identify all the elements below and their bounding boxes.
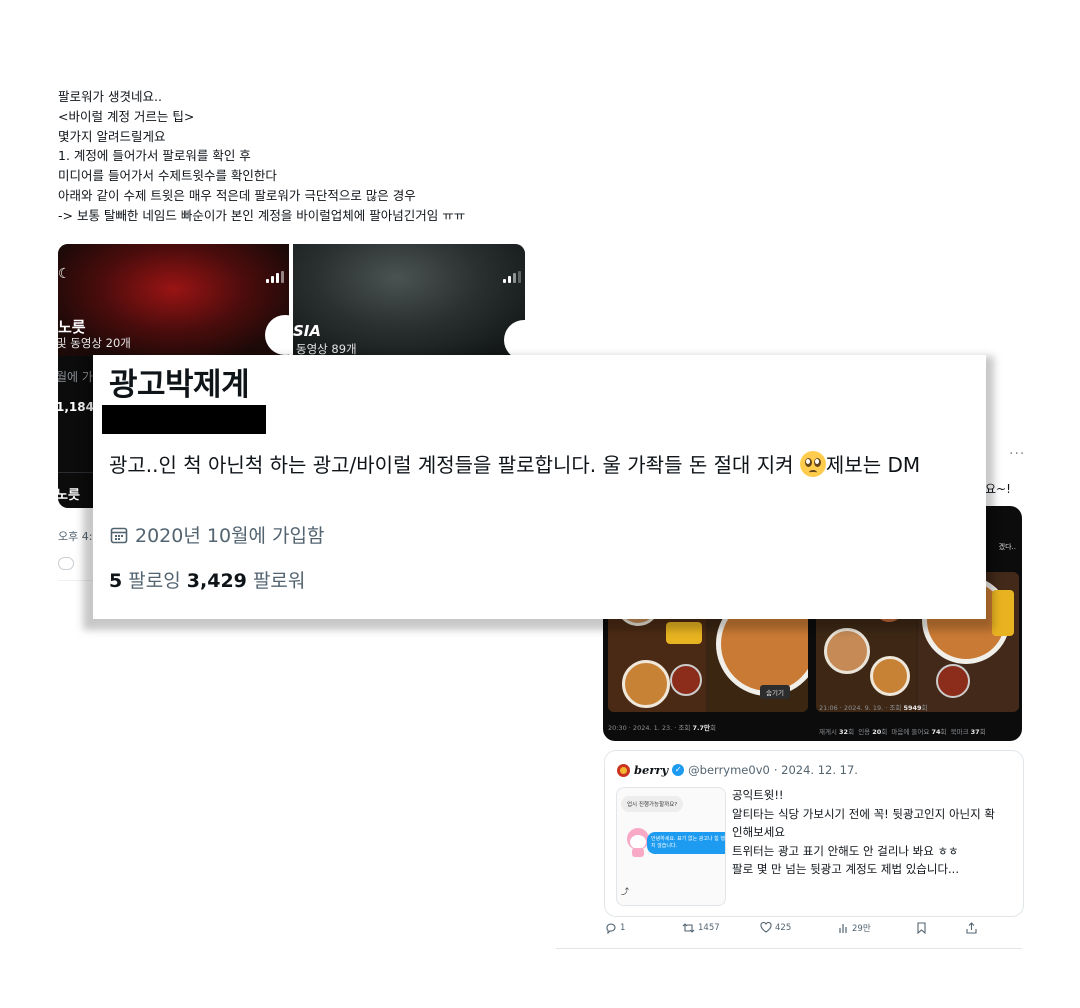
reply-button[interactable]: 1: [605, 922, 625, 934]
quoted-tweet-header: berry ✓ @berryme0v0 · 2024. 12. 17.: [617, 763, 858, 777]
share-button[interactable]: [966, 922, 977, 934]
bio-text: 제보는 DM: [825, 453, 921, 477]
followers-count: 3,429: [186, 570, 247, 592]
tweet-date: · 2024. 12. 17.: [773, 763, 858, 777]
intro-line: 몇가지 알려드릴게요: [58, 128, 166, 144]
followers-link[interactable]: 3,429 팔로워: [187, 570, 306, 592]
bookmark-button[interactable]: [916, 922, 927, 934]
views-button[interactable]: 29만: [838, 922, 871, 934]
verified-badge-icon: ✓: [672, 764, 685, 776]
intro-line: <바이럴 계정 거르는 팁>: [58, 108, 195, 124]
intro-text: 팔로워가 생겻네요.. <바이럴 계정 거르는 팁> 몇가지 알려드릴게요 1.…: [58, 87, 465, 226]
hide-button[interactable]: 숨기기: [760, 685, 790, 699]
intro-line: 아래와 같이 수제 트윗은 매우 적은데 팔로워가 극단적으로 많은 경우: [58, 187, 416, 203]
quoted-image[interactable]: 업시 진행가능할까요? 안녕하세요. 표기 없는 광고나 힘 행하지 않습니다.…: [616, 787, 726, 906]
bio-text: 광고..인 척 아닌척 하는 광고/바이럴 계정들을 팔로합니다. 울 가좍들 …: [109, 453, 794, 477]
pleading-face-icon: [799, 451, 826, 477]
following-label: 팔로잉: [128, 570, 181, 592]
following-count: 5: [109, 570, 123, 592]
more-icon[interactable]: ···: [1009, 446, 1025, 462]
heart-icon: [760, 922, 772, 933]
analytics-icon: [839, 923, 847, 933]
moon-icon: ☾: [58, 266, 71, 282]
reply-icon[interactable]: [58, 557, 74, 570]
divider: [556, 948, 1022, 949]
retweet-icon: [682, 923, 695, 933]
quoted-tweet[interactable]: berry ✓ @berryme0v0 · 2024. 12. 17. 업시 진…: [604, 750, 1024, 917]
view-count: 29만: [852, 924, 871, 934]
chat-bubble: 안녕하세요. 표기 없는 광고나 힘 행하지 않습니다.: [647, 832, 725, 854]
intro-line: -> 보통 탈빼한 네임드 빠순이가 본인 계정을 바이럴업체에 팔아넘긴거임 …: [58, 207, 466, 223]
blurred-header-image: [293, 244, 525, 356]
follow-stats: 5 팔로잉 3,429 팔로워: [109, 566, 305, 593]
profile-name: 광고박제계: [109, 367, 250, 403]
share-icon: ⤴: [621, 887, 629, 896]
reply-count: 1: [620, 923, 626, 933]
followers-label: 팔로워: [252, 570, 306, 592]
text-line: 트위터는 광고 표기 안해도 안 걸리나 봐요 ㅎㅎ: [732, 843, 959, 858]
text-line: 공익트윗!!: [732, 788, 784, 802]
signal-icon: [266, 271, 284, 283]
following-link[interactable]: 5 팔로잉: [109, 570, 181, 592]
post-meta: 21:06 · 2024. 9. 19. · 조회 5949회: [819, 704, 928, 712]
share-icon: [966, 922, 977, 934]
intro-line: 미디어를 들어가서 수제트윗수를 확인한다: [58, 168, 277, 184]
text-line: 알티타는 식당 가보시기 전에 꼭! 뒷광고인지 아닌지 확: [732, 806, 995, 821]
footer-name: 노릇: [58, 488, 80, 503]
joined-text: 2020년 10월에 가입함: [135, 525, 325, 547]
profile-name: 노릇: [58, 318, 86, 336]
retweet-button[interactable]: 1457: [682, 922, 720, 934]
post-meta: 20:30 · 2024. 1. 23. · 조회 7.7만회: [608, 724, 716, 732]
joined-date: 2020년 10월에 가입함: [109, 521, 325, 548]
author-name[interactable]: berry: [634, 763, 668, 777]
chat-bubble: 업시 진행가능할까요?: [621, 796, 684, 812]
retweet-count: 1457: [698, 923, 720, 933]
profile-name: SIA: [293, 322, 321, 340]
quoted-tweet-text: 공익트윗!! 알티타는 식당 가보시기 전에 꼭! 뒷광고인지 아닌지 확 인해…: [732, 786, 995, 879]
intro-line: 1. 계정에 들어가서 팔로워를 확인 후: [58, 148, 251, 164]
signal-icon: [503, 271, 521, 283]
like-count: 425: [775, 922, 792, 933]
text-fragment: 겠다..: [998, 543, 1016, 551]
text-line: 팔로 몇 만 넘는 뒷광고 계정도 제법 있습니다...: [732, 862, 959, 876]
profile-bio: 광고..인 척 아닌척 하는 광고/바이럴 계정들을 팔로합니다. 울 가좍들 …: [109, 450, 979, 481]
calendar-icon: [110, 527, 128, 543]
media-count: 및 동영상 20개: [58, 336, 131, 350]
bookmark-icon: [917, 922, 926, 934]
like-button[interactable]: 425: [760, 922, 791, 933]
intro-line: 팔로워가 생겻네요..: [58, 89, 162, 104]
reply-icon: [606, 923, 616, 934]
author-handle[interactable]: @berryme0v0: [688, 763, 770, 777]
text-line: 인해보세요: [732, 825, 785, 839]
post-stats: 재게시 32회 인용 20회 마음에 들어요 74회 북마크 37회: [819, 728, 986, 736]
redacted-handle: [102, 405, 266, 434]
profile-card: 광고박제계 광고..인 척 아닌척 하는 광고/바이럴 계정들을 팔로합니다. …: [93, 355, 986, 619]
avatar: [617, 763, 630, 777]
